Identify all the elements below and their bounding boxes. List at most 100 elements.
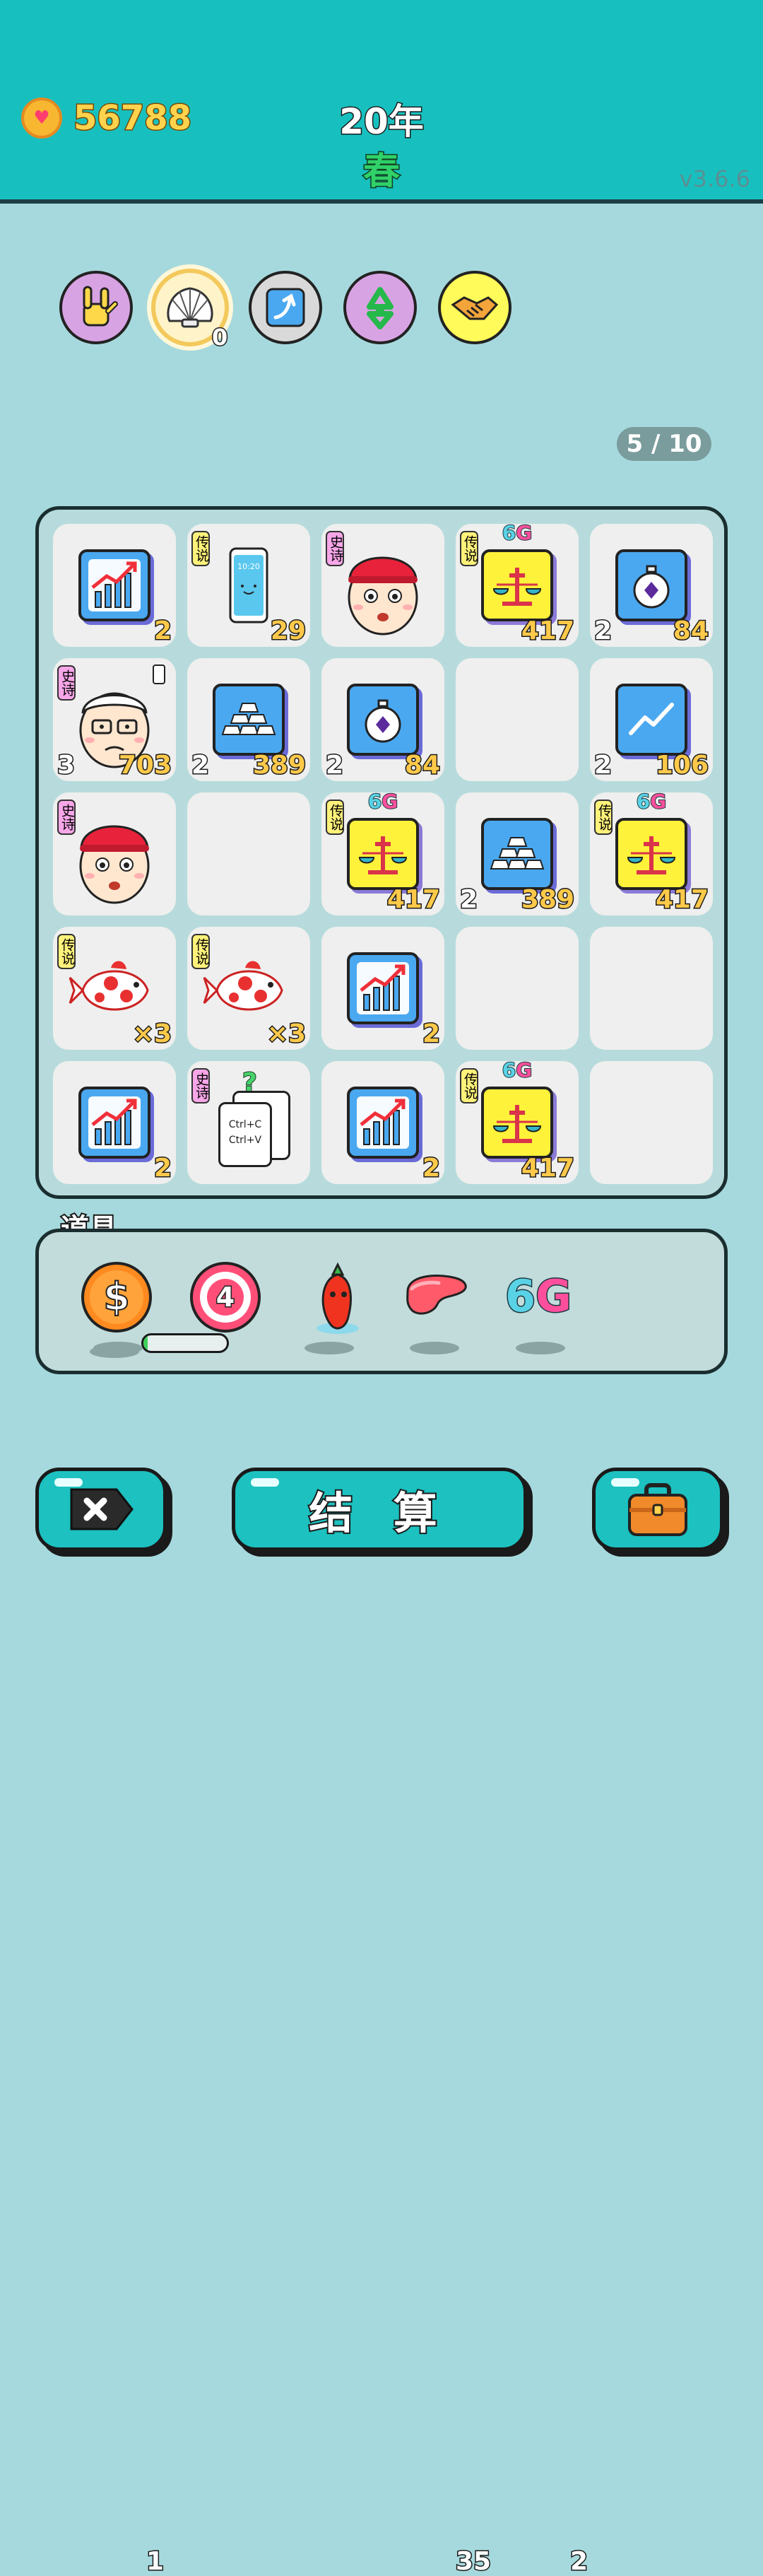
stopwatch-icon xyxy=(615,549,687,621)
item-slot-trend-line[interactable]: 2 106 xyxy=(590,658,713,781)
item-slot-stopwatch[interactable]: 2 84 xyxy=(590,524,713,647)
item-count: 2 xyxy=(324,751,344,780)
rock-hand-icon xyxy=(83,286,118,327)
upgrade-ability[interactable] xyxy=(249,271,322,344)
item-slot-balance-scale[interactable]: 传说 6G 417 xyxy=(456,520,579,647)
empty-slot[interactable] xyxy=(456,927,579,1050)
item-slot-stock-chart[interactable]: 2 xyxy=(53,524,176,647)
tool-shadow xyxy=(304,1342,354,1354)
item-slot-stock-chart[interactable]: 2 xyxy=(321,1061,444,1184)
item-value: 389 xyxy=(520,885,575,914)
item-count: 2 xyxy=(593,616,613,645)
item-slot-smartphone[interactable]: 10:20 传说 29 xyxy=(187,524,310,647)
recycle-ability[interactable] xyxy=(343,271,417,344)
item-board: 2 10:20 传说 29 史诗 传说 6G 417 2 84 史诗 3 703 2 389 2 84 2 106 史… xyxy=(35,506,728,1199)
6g-badge: 6G xyxy=(502,1058,533,1082)
item-value: 417 xyxy=(386,885,441,914)
handshake-icon xyxy=(451,296,499,320)
liver-count: 35 xyxy=(454,2546,492,2576)
item-value: 417 xyxy=(520,616,575,645)
close-button[interactable] xyxy=(35,1468,167,1551)
item-slot-gold-bars[interactable]: 2 389 xyxy=(187,658,310,781)
rarity-tag-epic: 史诗 xyxy=(326,531,344,566)
balance-scale-icon xyxy=(481,549,553,621)
6g-badge: 6G xyxy=(502,520,533,545)
red-cap-man-icon xyxy=(348,556,418,636)
tool-shadow xyxy=(410,1342,459,1354)
koi-fish-icon xyxy=(69,961,149,1011)
rock-hand-ability[interactable] xyxy=(59,271,133,344)
item-slot-old-man[interactable]: 史诗 3 703 xyxy=(53,658,176,781)
tool-dollar-coin[interactable]: $ xyxy=(80,1260,153,1358)
phone-mini-icon xyxy=(153,665,165,684)
rarity-tag-epic: 史诗 xyxy=(57,665,76,701)
item-slot-gold-bars[interactable]: 2 389 xyxy=(456,792,579,915)
item-value: 29 xyxy=(269,616,307,645)
6g-icon: 6G xyxy=(504,1270,572,1323)
tool-shadow xyxy=(516,1342,565,1354)
trend-line-icon xyxy=(615,684,687,756)
gold-bars-icon xyxy=(213,684,285,756)
item-slot-red-cap-man[interactable]: 史诗 xyxy=(53,792,176,915)
rarity-tag-legend: 传说 xyxy=(57,934,76,969)
recycle-icon xyxy=(367,287,394,329)
empty-slot[interactable] xyxy=(187,792,310,915)
dollar-coin-icon: $ xyxy=(81,1262,152,1333)
item-slot-koi-fish[interactable]: 传说 ×3 xyxy=(187,927,310,1050)
empty-slot[interactable] xyxy=(590,1061,713,1184)
6g-badge: 6G xyxy=(367,789,398,814)
tool-shadow xyxy=(93,1342,143,1354)
shell-icon xyxy=(167,287,213,328)
item-slot-balance-scale[interactable]: 传说 6G 417 xyxy=(590,789,713,915)
top-bar: ♥ 56788 20年 春 v3.6.6 xyxy=(0,0,763,204)
item-slot-koi-fish[interactable]: 传说 ×3 xyxy=(53,927,176,1050)
item-slot-stock-chart[interactable]: 2 xyxy=(53,1061,176,1184)
settle-button[interactable]: 结 算 xyxy=(232,1468,527,1551)
tool-6g[interactable]: 6G xyxy=(504,1270,572,1323)
svg-text:10:20: 10:20 xyxy=(237,562,260,571)
item-slot-balance-scale[interactable]: 传说 6G 417 xyxy=(321,789,444,915)
item-slot-stopwatch[interactable]: 2 84 xyxy=(321,658,444,781)
item-value: 389 xyxy=(252,751,307,780)
stock-chart-icon xyxy=(347,1087,419,1159)
item-value: 84 xyxy=(672,616,709,645)
item-slot-red-cap-man[interactable]: 史诗 xyxy=(321,524,444,647)
item-slot-balance-scale[interactable]: 传说 6G 417 xyxy=(456,1058,579,1184)
balance-scale-icon xyxy=(347,818,419,890)
6g-count: 2 xyxy=(569,2546,588,2576)
backpack-button[interactable] xyxy=(592,1468,723,1551)
item-value: 417 xyxy=(520,1154,575,1183)
item-count: 2 xyxy=(190,751,210,780)
gold-bars-icon xyxy=(481,818,553,890)
koi-fish-icon xyxy=(203,961,283,1011)
item-slot-stock-chart[interactable]: 2 xyxy=(321,927,444,1050)
tool-chili-pepper[interactable] xyxy=(306,1260,369,1341)
balance-scale-icon xyxy=(481,1087,553,1159)
slot-counter: 5 / 10 xyxy=(617,427,711,461)
balance-scale-icon xyxy=(615,818,687,890)
empty-slot[interactable] xyxy=(590,927,713,1050)
6g-badge: 6G xyxy=(636,789,667,814)
item-value: 417 xyxy=(654,885,709,914)
item-count: 2 xyxy=(459,885,478,914)
stock-chart-icon xyxy=(78,549,150,621)
target-progress-bar xyxy=(141,1333,229,1353)
liver-icon xyxy=(406,1275,467,1315)
rarity-tag-legend: 传说 xyxy=(191,934,210,969)
item-value: 106 xyxy=(654,751,709,780)
item-value: 2 xyxy=(153,616,172,645)
copy-paste-icon: ? Ctrl+C Ctrl+V xyxy=(214,1067,292,1174)
tool-liver[interactable] xyxy=(402,1267,473,1327)
item-slot-copy-paste[interactable]: ? Ctrl+C Ctrl+V 史诗 xyxy=(187,1061,310,1184)
stock-chart-icon xyxy=(347,952,419,1024)
empty-slot[interactable] xyxy=(456,658,579,781)
settle-label: 结 算 xyxy=(307,1486,450,1540)
arrow-up-icon xyxy=(266,288,305,327)
rarity-tag-legend: 传说 xyxy=(191,531,210,566)
stock-chart-icon xyxy=(78,1087,150,1159)
tool-target[interactable]: 4 xyxy=(189,1260,262,1337)
item-value: 2 xyxy=(421,1154,441,1183)
handshake-ability[interactable] xyxy=(438,271,511,344)
rarity-tag-epic: 史诗 xyxy=(57,800,76,835)
target-count: 4 xyxy=(215,1281,235,1314)
